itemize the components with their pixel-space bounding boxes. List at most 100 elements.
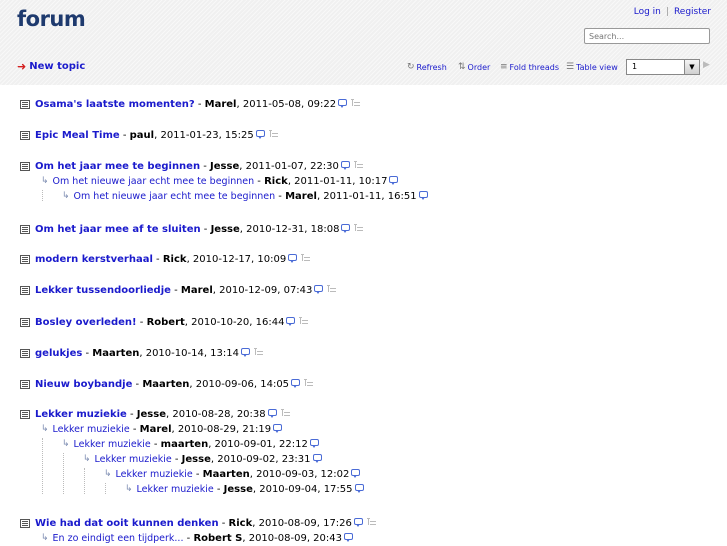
reply-author: Rick: [264, 175, 288, 187]
thread-title-link[interactable]: Epic Meal Time: [35, 130, 120, 141]
thread-date: 2010-12-31, 18:08: [246, 223, 340, 235]
order-label: Order: [467, 62, 491, 72]
thread-title-link[interactable]: Nieuw boybandje: [35, 379, 132, 390]
thread-row: Nieuw boybandje - Maarten, 2010-09-06, 1…: [20, 376, 314, 392]
reply-bubble-icon[interactable]: [267, 408, 277, 418]
thread-tree-icon[interactable]: [327, 283, 337, 293]
auth-links: Log in | Register: [634, 7, 711, 17]
thread-meta: - Marel, 2010-12-09, 07:43: [170, 284, 313, 296]
reply-arrow-icon: ↳: [83, 454, 91, 464]
reply-row: ↳ Lekker muziekie - Marel, 2010-08-29, 21…: [41, 421, 283, 437]
reply-bubble-icon[interactable]: [341, 223, 351, 233]
thread-author: Maarten: [92, 347, 140, 359]
reply-title-link[interactable]: Lekker muziekie: [74, 439, 151, 450]
reply-arrow-icon: ↳: [41, 424, 49, 434]
reply-arrow-icon: ↳: [125, 484, 133, 494]
thread-title-link[interactable]: Lekker muziekie: [35, 409, 127, 420]
next-page-icon[interactable]: ▶: [703, 60, 710, 70]
reply-bubble-icon[interactable]: [288, 253, 298, 263]
tree-guide-line: [84, 468, 86, 494]
reply-bubble-icon[interactable]: [241, 347, 250, 357]
chevron-down-icon[interactable]: ▼: [684, 60, 699, 74]
search-input[interactable]: [584, 28, 710, 44]
tree-guide-line: [42, 190, 44, 201]
reply-bubble-icon[interactable]: [314, 284, 324, 294]
thread-row: gelukjes - Maarten, 2010-10-14, 13:14: [20, 345, 263, 361]
thread-tree-icon[interactable]: [353, 159, 363, 169]
thread-row: Lekker muziekie - Jesse, 2010-08-28, 20:…: [20, 406, 290, 422]
page-select[interactable]: 1 ▼: [626, 59, 700, 75]
tree-guide-line: [105, 483, 107, 494]
fold-threads-button[interactable]: ≡ Fold threads: [500, 62, 559, 72]
reply-date: 2010-09-01, 22:12: [214, 438, 308, 450]
thread-title-link[interactable]: Bosley overleden!: [35, 317, 137, 328]
thread-row: Om het jaar mee te beginnen - Jesse, 201…: [20, 158, 363, 174]
thread-title-link[interactable]: Om het jaar mee te beginnen: [35, 161, 200, 172]
thread-date: 2010-10-20, 16:44: [191, 316, 285, 328]
thread-icon: [20, 224, 30, 234]
thread-tree-icon[interactable]: [366, 516, 376, 526]
thread-row: Epic Meal Time - paul, 2011-01-23, 15:25: [20, 127, 278, 143]
thread-tree-icon[interactable]: [304, 377, 314, 387]
thread-author: Rick: [162, 253, 187, 265]
thread-date: 2010-08-28, 20:38: [172, 408, 266, 420]
thread-icon: [20, 99, 30, 109]
thread-tree-icon[interactable]: [299, 315, 309, 325]
reply-bubble-icon[interactable]: [255, 129, 265, 139]
register-link[interactable]: Register: [674, 7, 711, 17]
reply-title-link[interactable]: En zo eindigt een tijdperk...: [53, 533, 184, 544]
thread-tree-icon[interactable]: [254, 346, 263, 356]
thread-title-link[interactable]: Wie had dat ooit kunnen denken: [35, 518, 219, 529]
reply-bubble-icon[interactable]: [353, 517, 363, 527]
auth-separator: |: [665, 7, 669, 17]
order-button[interactable]: ⇅ Order: [458, 62, 490, 72]
table-view-button[interactable]: ☰ Table view: [566, 62, 618, 72]
new-topic-button[interactable]: ➜ New topic: [17, 59, 85, 73]
reply-bubble-icon[interactable]: [286, 316, 296, 326]
thread-tree-icon[interactable]: [301, 252, 311, 262]
reply-bubble-icon[interactable]: [309, 438, 319, 448]
reply-bubble-icon[interactable]: [418, 190, 428, 200]
reply-date: 2010-09-03, 12:02: [256, 468, 350, 480]
thread-title-link[interactable]: Osama's laatste momenten?: [35, 99, 195, 110]
table-icon: ☰: [566, 62, 575, 72]
thread-title-link[interactable]: Lekker tussendoorliedje: [35, 285, 171, 296]
reply-title-link[interactable]: Lekker muziekie: [116, 469, 193, 480]
reply-bubble-icon[interactable]: [389, 175, 399, 185]
reply-bubble-icon[interactable]: [338, 98, 348, 108]
thread-tree-icon[interactable]: [280, 407, 290, 417]
thread-author: paul: [129, 129, 155, 141]
reply-title-link[interactable]: Lekker muziekie: [137, 484, 214, 495]
reply-arrow-icon: ↳: [62, 191, 70, 201]
thread-icon: [20, 317, 30, 327]
reply-title-link[interactable]: Om het nieuwe jaar echt mee te beginnen: [74, 191, 276, 202]
thread-tree-icon[interactable]: [268, 128, 278, 138]
reply-meta: - Marel, 2010-08-29, 21:19: [129, 423, 272, 435]
reply-title-link[interactable]: Lekker muziekie: [53, 424, 130, 435]
reply-bubble-icon[interactable]: [344, 532, 353, 542]
reply-row: ↳ Lekker muziekie - Maarten, 2010-09-03, …: [104, 466, 361, 482]
thread-tree-icon[interactable]: [351, 97, 361, 107]
reply-row: ↳ Om het nieuwe jaar echt mee te beginnen…: [62, 188, 428, 204]
red-arrow-icon: ➜: [17, 59, 27, 73]
reply-bubble-icon[interactable]: [273, 423, 283, 433]
thread-title-link[interactable]: Om het jaar mee af te sluiten: [35, 224, 201, 235]
login-link[interactable]: Log in: [634, 7, 661, 17]
reply-meta: - Jesse, 2010-09-04, 17:55: [213, 483, 353, 495]
thread-tree-icon[interactable]: [354, 222, 364, 232]
thread-title-link[interactable]: modern kerstverhaal: [35, 254, 153, 265]
reply-bubble-icon[interactable]: [351, 468, 361, 478]
thread-title-link[interactable]: gelukjes: [35, 348, 82, 359]
reply-title-link[interactable]: Om het nieuwe jaar echt mee te beginnen: [53, 176, 255, 187]
thread-row: modern kerstverhaal - Rick, 2010-12-17, …: [20, 251, 311, 267]
reply-title-link[interactable]: Lekker muziekie: [95, 454, 172, 465]
reply-bubble-icon[interactable]: [312, 453, 322, 463]
reply-bubble-icon[interactable]: [291, 378, 301, 388]
reply-row: ↳ Lekker muziekie - maarten, 2010-09-01, …: [62, 436, 319, 452]
reply-bubble-icon[interactable]: [354, 483, 364, 493]
reply-author: Marel: [139, 423, 172, 435]
reply-bubble-icon[interactable]: [340, 160, 350, 170]
reply-date: 2010-09-02, 23:31: [217, 453, 311, 465]
thread-date: 2010-09-06, 14:05: [195, 378, 290, 390]
refresh-button[interactable]: ↻ Refresh: [407, 62, 447, 72]
